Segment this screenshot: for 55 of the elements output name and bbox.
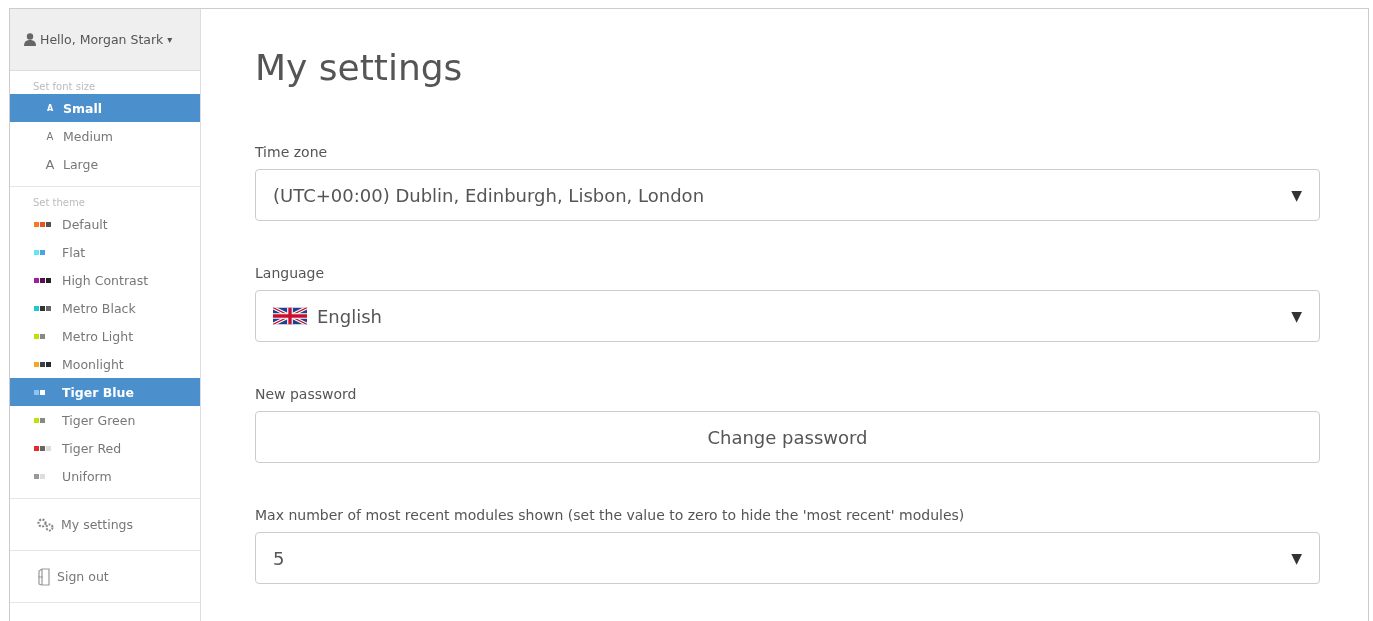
- font-size-label: Small: [63, 100, 103, 116]
- font-size-item[interactable]: A Medium: [10, 122, 200, 150]
- theme-item[interactable]: Tiger Blue: [10, 378, 200, 406]
- dropdown-arrow-icon: ▼: [1291, 187, 1302, 203]
- door-icon: [37, 567, 51, 586]
- theme-item[interactable]: Tiger Green: [10, 406, 200, 434]
- font-size-glyph: A: [44, 156, 56, 172]
- theme-label: Flat: [62, 244, 86, 260]
- user-menu[interactable]: Hello, Morgan Stark ▾: [10, 9, 200, 71]
- user-name: Hello, Morgan Stark: [40, 32, 164, 47]
- theme-label: Metro Light: [62, 328, 134, 344]
- theme-item[interactable]: Tiger Red: [10, 434, 200, 462]
- font-size-label: Large: [63, 156, 99, 172]
- font-size-item[interactable]: A Small: [10, 94, 200, 122]
- field-label: Max number of most recent modules shown (set the value to zero to hide the 'most recent' modules): [255, 507, 966, 523]
- field-label: Time zone: [255, 144, 329, 160]
- change-password-button[interactable]: Change password: [255, 411, 1320, 463]
- select-value: (UTC+00:00) Dublin, Edinburgh, Lisbon, London: [273, 184, 705, 206]
- dropdown-arrow-icon: ▼: [1291, 308, 1302, 324]
- font-size-label: Medium: [63, 128, 113, 144]
- theme-item[interactable]: Metro Black: [10, 294, 200, 322]
- dropdown-arrow-icon: ▼: [1291, 550, 1302, 566]
- link-label: Sign out: [57, 569, 109, 584]
- theme-item[interactable]: Uniform: [10, 462, 200, 490]
- user-icon: [24, 33, 36, 46]
- theme-item[interactable]: Moonlight: [10, 350, 200, 378]
- font-size-glyph: A: [45, 130, 55, 142]
- theme-item[interactable]: Flat: [10, 238, 200, 266]
- font-size-glyph: A: [45, 103, 55, 113]
- caret-icon: ▾: [167, 34, 173, 45]
- theme-label: Metro Black: [62, 300, 136, 316]
- select-field[interactable]: (UTC+00:00) Dublin, Edinburgh, Lisbon, London ▼: [255, 169, 1320, 221]
- select-value: English: [317, 305, 382, 327]
- theme-label: Tiger Red: [62, 440, 122, 456]
- sidebar-link[interactable]: Sign out: [10, 551, 200, 603]
- section-heading: Set font size: [32, 81, 97, 94]
- font-size-item[interactable]: A Large: [10, 150, 200, 178]
- theme-label: High Contrast: [62, 272, 149, 288]
- select-value: 5: [273, 547, 285, 569]
- theme-item[interactable]: Default: [10, 210, 200, 238]
- sidebar-link[interactable]: My settings: [10, 499, 200, 551]
- link-label: My settings: [61, 517, 133, 532]
- select-field[interactable]: 5 ▼: [255, 532, 1320, 584]
- field-label: New password: [255, 386, 358, 402]
- theme-label: Uniform: [62, 468, 112, 484]
- theme-item[interactable]: Metro Light: [10, 322, 200, 350]
- theme-label: Tiger Green: [62, 412, 136, 428]
- select-field[interactable]: English ▼: [255, 290, 1320, 342]
- field-label: Language: [255, 265, 326, 281]
- theme-label: Tiger Blue: [62, 384, 134, 400]
- theme-label: Default: [62, 216, 108, 232]
- theme-label: Moonlight: [62, 356, 124, 372]
- theme-item[interactable]: High Contrast: [10, 266, 200, 294]
- page-title: My settings: [255, 47, 464, 88]
- section-heading: Set theme: [32, 197, 86, 210]
